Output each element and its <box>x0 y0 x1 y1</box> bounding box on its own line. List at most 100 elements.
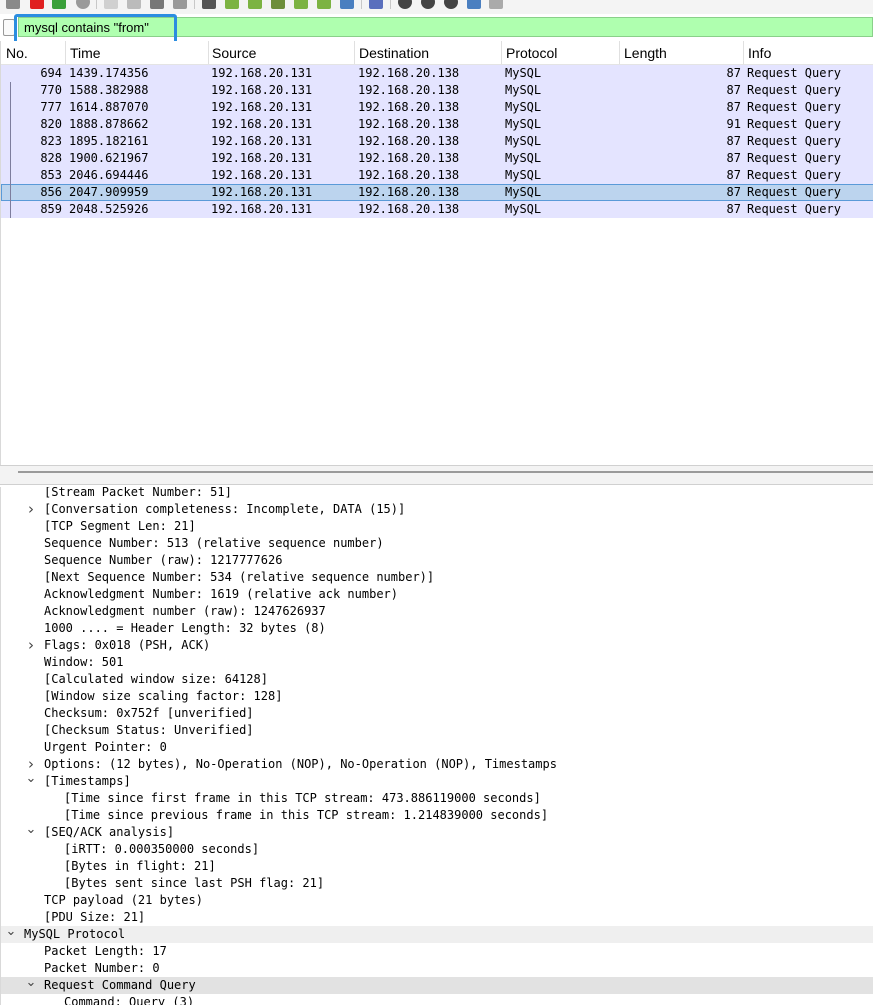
detail-tree-item[interactable]: › Options: (12 bytes), No-Operation (NOP)… <box>1 756 873 773</box>
detail-tree-item[interactable]: [PDU Size: 21] <box>1 909 873 926</box>
column-header-source[interactable]: Source <box>212 44 256 62</box>
detail-tree-item[interactable]: [Time since previous frame in this TCP s… <box>1 807 873 824</box>
detail-tree-item[interactable]: ⌄ [SEQ/ACK analysis] <box>1 823 873 841</box>
detail-tree-item[interactable]: [Bytes in flight: 21] <box>1 858 873 875</box>
detail-tree-item[interactable]: Command: Query (3) <box>1 994 873 1005</box>
column-divider[interactable] <box>619 41 620 64</box>
detail-tree-item[interactable]: Sequence Number: 513 (relative sequence … <box>1 535 873 552</box>
detail-tree-label: Packet Number: 0 <box>44 961 160 975</box>
autoscroll-icon[interactable] <box>340 0 354 9</box>
packet-row[interactable]: 820 1888.878662 192.168.20.131 192.168.20.1… <box>1 116 873 133</box>
detail-tree-item[interactable]: Checksum: 0x752f [unverified] <box>1 705 873 722</box>
stop-capture-icon[interactable] <box>30 0 44 9</box>
cell-info: Request Query <box>747 202 841 216</box>
zoom-in-icon[interactable] <box>398 0 412 9</box>
first-packet-icon[interactable] <box>294 0 308 9</box>
chevron-right-icon[interactable]: › <box>25 637 37 654</box>
column-divider[interactable] <box>354 41 355 64</box>
column-divider[interactable] <box>743 41 744 64</box>
cell-length: 91 <box>726 117 741 131</box>
packet-list-pane[interactable]: No. Time Source Destination Protocol Len… <box>0 41 873 465</box>
go-back-icon[interactable] <box>225 0 239 9</box>
save-file-icon[interactable] <box>127 0 141 9</box>
zoom-out-icon[interactable] <box>421 0 435 9</box>
packet-row[interactable]: 694 1439.174356 192.168.20.131 192.168.20.1… <box>1 65 873 82</box>
cell-time: 2047.909959 <box>69 185 149 199</box>
detail-tree-item[interactable]: › [Conversation completeness: Incomplete,… <box>1 501 873 518</box>
go-to-packet-icon[interactable] <box>271 0 285 9</box>
detail-tree-label: TCP payload (21 bytes) <box>44 893 203 907</box>
capture-options-icon[interactable] <box>76 0 90 9</box>
shark-fin-icon[interactable] <box>6 0 20 9</box>
packet-row[interactable]: 770 1588.382988 192.168.20.131 192.168.20.1… <box>1 82 873 99</box>
open-file-icon[interactable] <box>104 0 118 9</box>
find-packet-icon[interactable] <box>202 0 216 9</box>
detail-tree-item[interactable]: 1000 .... = Header Length: 32 bytes (8) <box>1 620 873 637</box>
detail-tree-item[interactable]: Urgent Pointer: 0 <box>1 739 873 756</box>
chevron-down-icon[interactable]: ⌄ <box>25 823 37 841</box>
last-packet-icon[interactable] <box>317 0 331 9</box>
cell-info: Request Query <box>747 83 841 97</box>
column-header-destination[interactable]: Destination <box>359 44 429 62</box>
packet-row[interactable]: 853 2046.694446 192.168.20.131 192.168.20.1… <box>1 167 873 184</box>
detail-tree-item[interactable]: ⌄ MySQL Protocol <box>1 925 873 943</box>
detail-tree-item[interactable]: Acknowledgment Number: 1619 (relative ac… <box>1 586 873 603</box>
toolbar-separator <box>390 0 391 9</box>
detail-tree-item[interactable]: Window: 501 <box>1 654 873 671</box>
column-divider[interactable] <box>65 41 66 64</box>
restart-capture-icon[interactable] <box>52 0 66 9</box>
detail-tree-item[interactable]: [Bytes sent since last PSH flag: 21] <box>1 875 873 892</box>
pane-splitter[interactable] <box>0 465 873 485</box>
detail-tree-item[interactable]: [Stream Packet Number: 51] <box>1 487 873 501</box>
detail-tree-item[interactable]: [Calculated window size: 64128] <box>1 671 873 688</box>
chevron-down-icon[interactable]: ⌄ <box>25 976 37 994</box>
detail-tree-item[interactable]: ⌄ Request Command Query <box>1 976 873 994</box>
cell-source: 192.168.20.131 <box>211 202 313 216</box>
cell-no: 777 <box>40 100 62 114</box>
detail-tree-item[interactable]: [Next Sequence Number: 534 (relative seq… <box>1 569 873 586</box>
detail-tree-item[interactable]: [Window size scaling factor: 128] <box>1 688 873 705</box>
packet-row[interactable]: 859 2048.525926 192.168.20.131 192.168.20.1… <box>1 201 873 218</box>
close-file-icon[interactable] <box>150 0 164 9</box>
reload-file-icon[interactable] <box>173 0 187 9</box>
detail-tree-label: Acknowledgment Number: 1619 (relative ac… <box>44 587 399 601</box>
packet-row[interactable]: 823 1895.182161 192.168.20.131 192.168.20.1… <box>1 133 873 150</box>
resize-columns-icon[interactable] <box>467 0 481 9</box>
column-header-time[interactable]: Time <box>70 44 101 62</box>
normal-size-icon[interactable] <box>444 0 458 9</box>
detail-tree-item[interactable]: › Flags: 0x018 (PSH, ACK) <box>1 637 873 654</box>
cell-destination: 192.168.20.138 <box>358 100 460 114</box>
column-divider[interactable] <box>501 41 502 64</box>
column-header-no[interactable]: No. <box>6 44 28 62</box>
detail-tree-item[interactable]: TCP payload (21 bytes) <box>1 892 873 909</box>
chevron-down-icon[interactable]: ⌄ <box>5 925 17 943</box>
display-filter-input[interactable] <box>18 17 873 37</box>
chevron-right-icon[interactable]: › <box>25 501 37 518</box>
packet-row[interactable]: 777 1614.887070 192.168.20.131 192.168.20.1… <box>1 99 873 116</box>
detail-tree-item[interactable]: [TCP Segment Len: 21] <box>1 518 873 535</box>
toolbar-separator <box>361 0 362 9</box>
cell-source: 192.168.20.131 <box>211 83 313 97</box>
packet-row[interactable]: 828 1900.621967 192.168.20.131 192.168.20.1… <box>1 150 873 167</box>
detail-tree-item[interactable]: [Checksum Status: Unverified] <box>1 722 873 739</box>
column-header-length[interactable]: Length <box>624 44 667 62</box>
detail-tree-item[interactable]: [Time since first frame in this TCP stre… <box>1 790 873 807</box>
detail-tree-item[interactable]: ⌄ [Timestamps] <box>1 772 873 790</box>
horizontal-scrollbar[interactable] <box>18 471 873 473</box>
detail-tree-item[interactable]: Packet Length: 17 <box>1 943 873 960</box>
colorize-icon[interactable] <box>369 0 383 9</box>
detail-tree-item[interactable]: Sequence Number (raw): 1217777626 <box>1 552 873 569</box>
layout-icon[interactable] <box>489 0 503 9</box>
column-divider[interactable] <box>208 41 209 64</box>
cell-info: Request Query <box>747 66 841 80</box>
detail-tree-item[interactable]: [iRTT: 0.000350000 seconds] <box>1 841 873 858</box>
chevron-down-icon[interactable]: ⌄ <box>25 772 37 790</box>
go-forward-icon[interactable] <box>248 0 262 9</box>
packet-row-selected[interactable]: 856 2047.909959 192.168.20.131 192.168.20.1… <box>1 184 873 201</box>
filter-bookmark-icon[interactable] <box>3 19 15 36</box>
detail-tree-item[interactable]: Packet Number: 0 <box>1 960 873 977</box>
detail-tree-item[interactable]: Acknowledgment number (raw): 1247626937 <box>1 603 873 620</box>
packet-details-pane[interactable]: [Stream Packet Number: 51] › [Conversation… <box>0 487 873 1005</box>
column-header-info[interactable]: Info <box>748 44 771 62</box>
column-header-protocol[interactable]: Protocol <box>506 44 557 62</box>
